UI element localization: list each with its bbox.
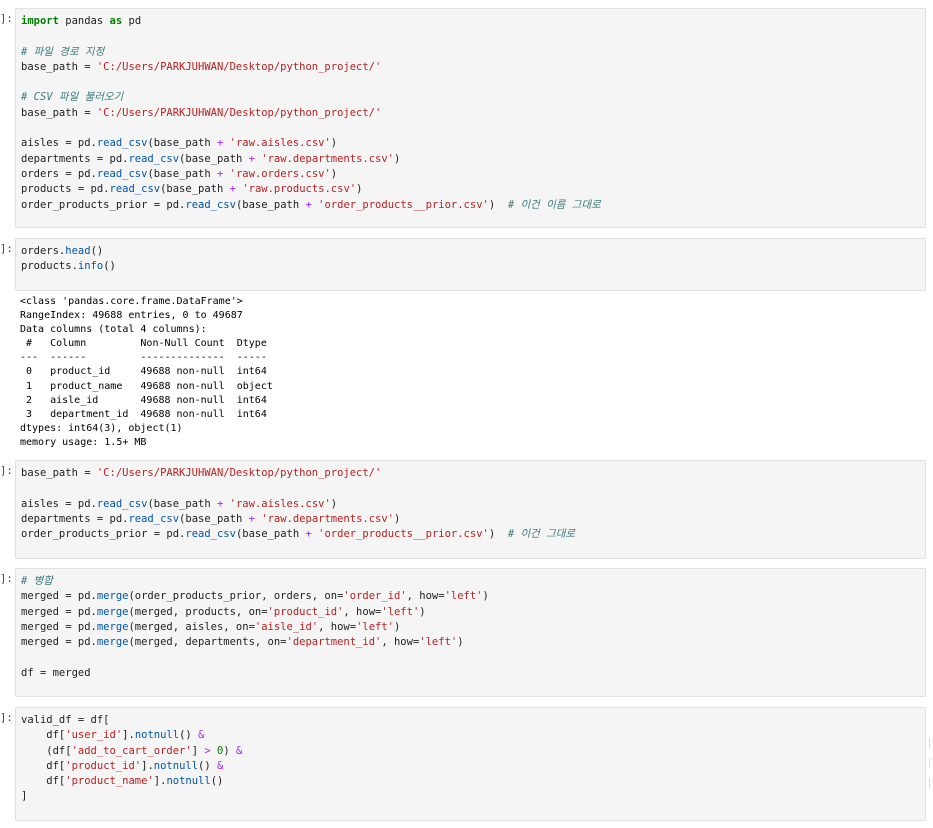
code-editor-2[interactable]: orders.head() products.info() bbox=[16, 239, 925, 275]
code-cell-5[interactable]: valid_df = df[ df['user_id'].notnull() &… bbox=[15, 707, 926, 821]
code-editor-4[interactable]: # 병합 merged = pd.merge(order_products_pr… bbox=[16, 569, 925, 681]
code-cell-2[interactable]: orders.head() products.info() bbox=[15, 238, 926, 291]
string-literal: 'C:/Users/PARKJUHWAN/Desktop/python_proj… bbox=[96, 60, 382, 73]
cell-output-2: <class 'pandas.core.frame.DataFrame'> Ra… bbox=[20, 296, 273, 448]
code-editor-1[interactable]: import pandas as pd # 파일 경로 지정 base_path… bbox=[16, 9, 925, 213]
cell-prompt-5: ]: bbox=[0, 712, 13, 724]
code-editor-3[interactable]: base_path = 'C:/Users/PARKJUHWAN/Desktop… bbox=[16, 461, 925, 542]
code-cell-3[interactable]: base_path = 'C:/Users/PARKJUHWAN/Desktop… bbox=[15, 460, 926, 559]
cell-prompt-1: ]: bbox=[0, 13, 13, 25]
scrollbar-mark bbox=[929, 778, 930, 788]
cell-prompt-2: ]: bbox=[0, 243, 13, 255]
cell-prompt-4: ]: bbox=[0, 573, 13, 585]
scrollbar-mark bbox=[929, 758, 930, 768]
cell-prompt-3: ]: bbox=[0, 465, 13, 477]
comment: # CSV 파일 불러오기 bbox=[21, 91, 124, 104]
code-editor-5[interactable]: valid_df = df[ df['user_id'].notnull() &… bbox=[16, 708, 925, 805]
keyword: import bbox=[21, 15, 59, 27]
code-cell-1[interactable]: import pandas as pd # 파일 경로 지정 base_path… bbox=[15, 8, 926, 228]
scrollbar-mark bbox=[929, 738, 930, 748]
comment: # 파일 경로 지정 bbox=[21, 45, 105, 58]
code-cell-4[interactable]: # 병합 merged = pd.merge(order_products_pr… bbox=[15, 568, 926, 697]
